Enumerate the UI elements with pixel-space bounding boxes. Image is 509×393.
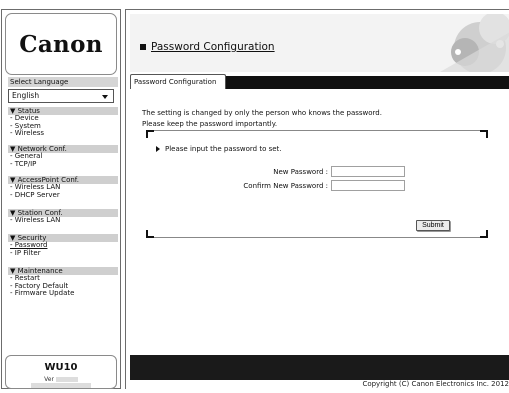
nav-item-firmware-update[interactable]: - Firmware Update bbox=[8, 289, 118, 298]
nav-station: ▼ Station Conf. - Wireless LAN bbox=[8, 209, 118, 225]
header-banner: Password Configuration bbox=[130, 14, 509, 72]
note-line-1: The setting is changed by only the perso… bbox=[142, 109, 382, 117]
model-name: WU10 bbox=[44, 362, 78, 373]
box-corner bbox=[480, 130, 488, 138]
footer-bar bbox=[130, 355, 509, 380]
note-line-2: Please keep the password importantly. bbox=[142, 120, 278, 128]
nav-security: ▼ Security - Password - IP Filter bbox=[8, 234, 118, 257]
new-password-input[interactable] bbox=[331, 166, 405, 177]
language-select[interactable]: English bbox=[8, 89, 114, 103]
version-build bbox=[6, 383, 116, 389]
submit-button[interactable]: Submit bbox=[416, 220, 450, 231]
box-corner bbox=[146, 130, 154, 138]
chevron-down-icon bbox=[102, 95, 108, 99]
sidebar: Canon Select Language English ▼ Status -… bbox=[1, 9, 121, 389]
tab-password-configuration[interactable]: Password Configuration bbox=[130, 74, 226, 89]
confirm-password-label: Confirm New Password : bbox=[243, 182, 328, 190]
triangle-right-icon bbox=[156, 146, 160, 152]
decorative-circles-icon bbox=[440, 14, 509, 72]
logo-box: Canon bbox=[5, 13, 117, 75]
box-corner bbox=[480, 230, 488, 238]
nav-item-ip-filter[interactable]: - IP Filter bbox=[8, 249, 118, 258]
box-top-line bbox=[154, 130, 480, 131]
confirm-password-input[interactable] bbox=[331, 180, 405, 191]
password-form-box: Please input the password to set. New Pa… bbox=[146, 130, 488, 238]
box-bottom-line bbox=[154, 237, 480, 238]
page-title-text: Password Configuration bbox=[151, 41, 275, 53]
nav-maintenance: ▼ Maintenance - Restart - Factory Defaul… bbox=[8, 267, 118, 298]
nav-item-dhcp-server[interactable]: - DHCP Server bbox=[8, 191, 118, 200]
title-bullet-icon bbox=[140, 44, 146, 50]
copyright-text: Copyright (C) Canon Electronics Inc. 201… bbox=[362, 380, 509, 388]
page-title: Password Configuration bbox=[140, 41, 275, 53]
version-value-redacted bbox=[55, 377, 78, 382]
nav-accesspoint: ▼ AccessPoint Conf. - Wireless LAN - DHC… bbox=[8, 176, 118, 199]
password-prompt-text: Please input the password to set. bbox=[165, 145, 282, 153]
new-password-label: New Password : bbox=[273, 168, 328, 176]
nav-status: ▼ Status - Device - System - Wireless bbox=[8, 107, 118, 138]
canon-logo: Canon bbox=[19, 31, 103, 58]
nav-network: ▼ Network Conf. - General - TCP/IP bbox=[8, 145, 118, 168]
main-panel: Password Configuration Password Configur… bbox=[125, 9, 509, 389]
password-prompt: Please input the password to set. bbox=[156, 145, 282, 153]
select-language-label: Select Language bbox=[8, 77, 118, 87]
version-prefix: Ver bbox=[44, 376, 54, 383]
version-build-redacted bbox=[31, 383, 91, 388]
box-corner bbox=[146, 230, 154, 238]
nav-item-station-wireless-lan[interactable]: - Wireless LAN bbox=[8, 216, 118, 225]
nav-item-tcp-ip[interactable]: - TCP/IP bbox=[8, 160, 118, 169]
language-value: English bbox=[12, 91, 40, 100]
nav-item-wireless[interactable]: - Wireless bbox=[8, 129, 118, 138]
model-box: WU10 Ver bbox=[5, 355, 117, 389]
